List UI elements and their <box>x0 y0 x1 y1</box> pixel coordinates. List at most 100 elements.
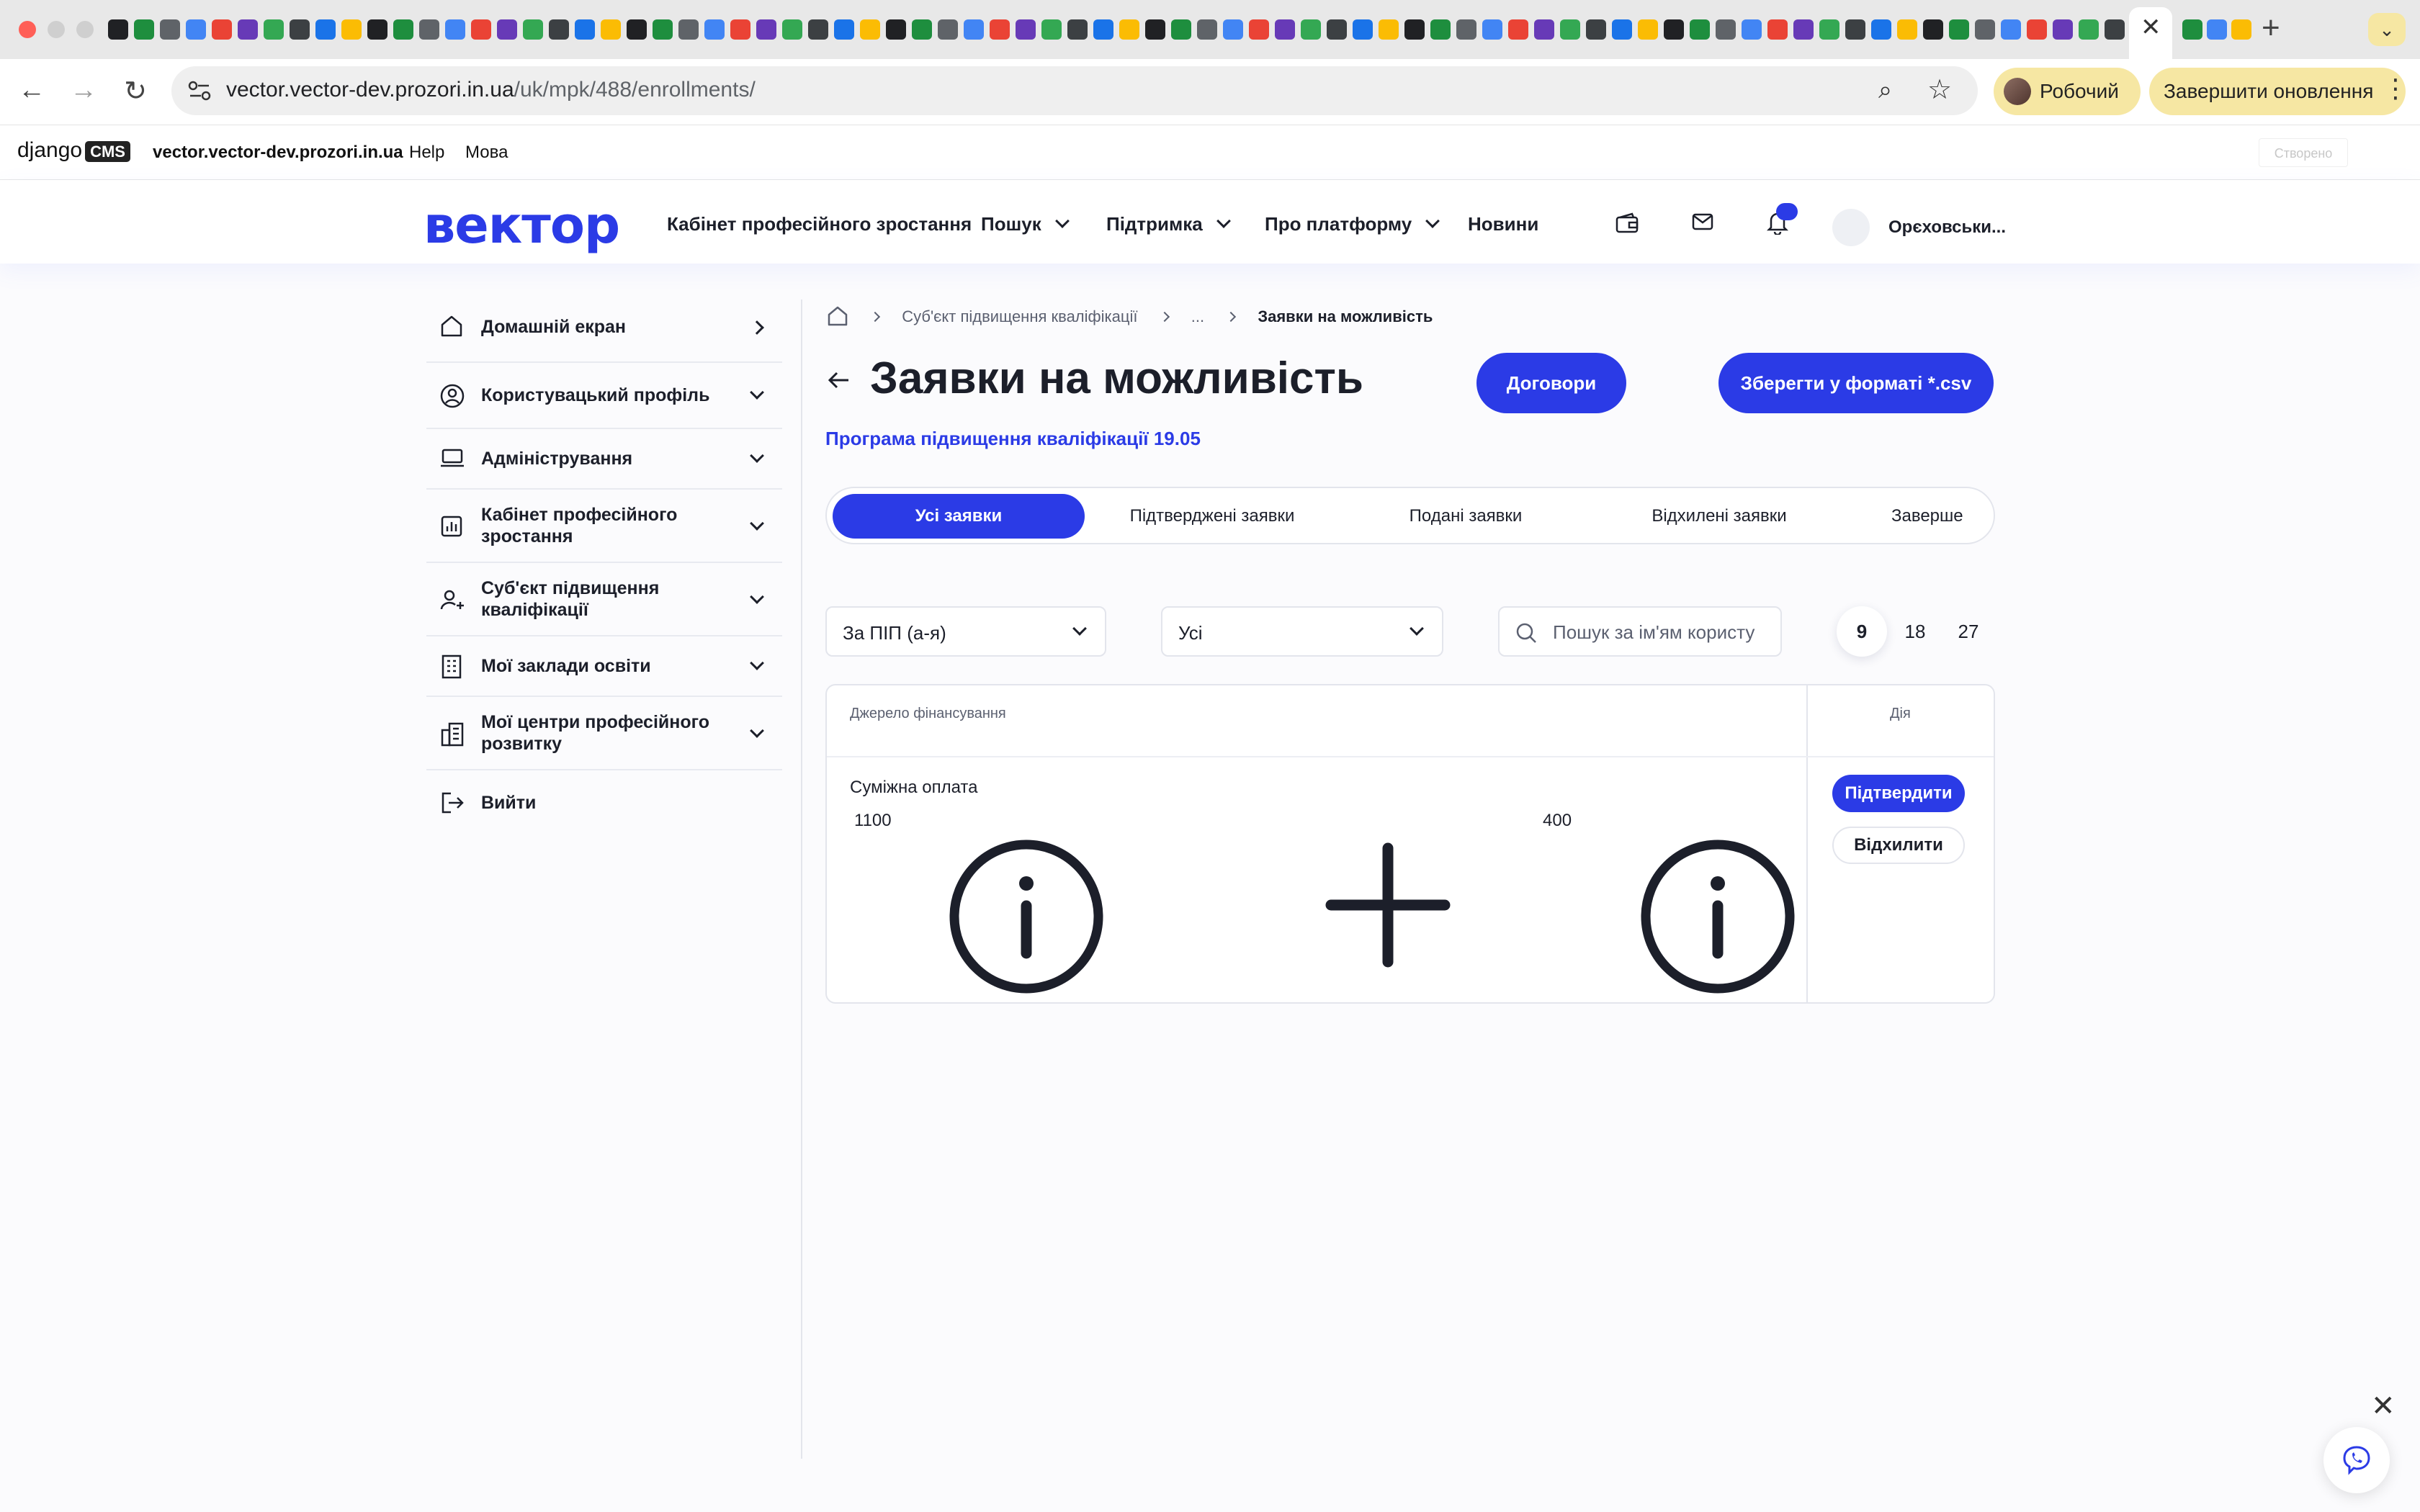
breadcrumb-item[interactable]: ... <box>1191 307 1204 325</box>
cms-help-link[interactable]: Help <box>409 143 444 163</box>
tab-favicon[interactable] <box>1612 19 1632 40</box>
tab-favicon[interactable] <box>678 19 699 40</box>
tab-favicon[interactable] <box>1534 19 1554 40</box>
reload-button[interactable]: ↻ <box>118 75 153 107</box>
tab-favicon[interactable] <box>1716 19 1736 40</box>
tab-favicon[interactable] <box>1197 19 1217 40</box>
zoom-icon[interactable]: ⌕ <box>1878 76 1892 104</box>
tab-favicon[interactable] <box>860 19 880 40</box>
tab-favicon[interactable] <box>2027 19 2047 40</box>
mail-icon[interactable] <box>1691 212 1714 232</box>
tab-favicon[interactable] <box>1275 19 1295 40</box>
tab-favicon[interactable] <box>1041 19 1062 40</box>
tab-favicon[interactable] <box>1664 19 1684 40</box>
tab-favicon[interactable] <box>1404 19 1425 40</box>
tab-favicon[interactable] <box>730 19 750 40</box>
sidebar-item-administration[interactable]: Адміністрування <box>426 429 782 490</box>
tab-favicon[interactable] <box>834 19 854 40</box>
tab-completed[interactable]: Заверше <box>1891 494 1994 539</box>
tab-favicon[interactable] <box>964 19 984 40</box>
nav-search[interactable]: Пошук <box>981 213 1070 235</box>
tab-favicon[interactable] <box>2105 19 2125 40</box>
home-icon[interactable] <box>827 305 848 327</box>
tab-favicon[interactable] <box>108 19 128 40</box>
tab-favicon[interactable] <box>2182 19 2202 40</box>
tab-submitted[interactable]: Подані заявки <box>1340 494 1592 539</box>
program-link[interactable]: Програма підвищення кваліфікації 19.05 <box>825 428 1201 450</box>
tab-favicon[interactable] <box>990 19 1010 40</box>
wallet-icon[interactable] <box>1615 212 1639 235</box>
tab-favicon[interactable] <box>782 19 802 40</box>
tab-favicon[interactable] <box>1379 19 1399 40</box>
tab-favicon[interactable] <box>1145 19 1165 40</box>
tab-favicon[interactable] <box>1638 19 1658 40</box>
tab-favicon[interactable] <box>1923 19 1943 40</box>
tab-favicon[interactable] <box>367 19 387 40</box>
tab-favicon[interactable] <box>497 19 517 40</box>
profile-button[interactable]: Робочий <box>1994 68 2141 115</box>
tab-favicon[interactable] <box>1249 19 1269 40</box>
browser-menu-icon[interactable]: ⋮ <box>2383 73 2408 104</box>
tab-favicon[interactable] <box>238 19 258 40</box>
site-logo[interactable]: вектор <box>424 196 620 255</box>
cms-language-link[interactable]: Мова <box>465 143 508 163</box>
maximize-window-button[interactable] <box>76 21 94 38</box>
page-size-27[interactable]: 27 <box>1943 606 1994 657</box>
cms-logo[interactable]: django CMS <box>17 138 130 163</box>
sidebar-item-institutions[interactable]: Мої заклади освіти <box>426 636 782 697</box>
address-bar[interactable]: vector.vector-dev.prozori.in.ua/uk/mpk/4… <box>171 66 1978 115</box>
tab-favicon[interactable] <box>1119 19 1139 40</box>
tab-favicon[interactable] <box>2079 19 2099 40</box>
tab-favicon[interactable] <box>1586 19 1606 40</box>
tab-confirmed[interactable]: Підтверджені заявки <box>1086 494 1338 539</box>
avatar[interactable] <box>1832 209 1870 246</box>
tab-favicon[interactable] <box>290 19 310 40</box>
tab-favicon[interactable] <box>653 19 673 40</box>
cms-site-link[interactable]: vector.vector-dev.prozori.in.ua <box>153 143 403 163</box>
tab-favicon[interactable] <box>1016 19 1036 40</box>
viber-chat-button[interactable] <box>2323 1427 2390 1493</box>
nav-about[interactable]: Про платформу <box>1265 213 1440 235</box>
tab-favicon[interactable] <box>704 19 725 40</box>
tab-favicon[interactable] <box>393 19 413 40</box>
tab-favicon[interactable] <box>1456 19 1476 40</box>
tab-favicon[interactable] <box>212 19 232 40</box>
tab-favicon[interactable] <box>471 19 491 40</box>
tab-favicon[interactable] <box>1482 19 1502 40</box>
tab-favicon[interactable] <box>808 19 828 40</box>
page-size-9[interactable]: 9 <box>1837 606 1887 657</box>
tab-favicon[interactable] <box>523 19 543 40</box>
tab-favicon[interactable] <box>886 19 906 40</box>
tab-favicon[interactable] <box>186 19 206 40</box>
forward-button[interactable]: → <box>66 75 101 106</box>
nav-support[interactable]: Підтримка <box>1106 213 1231 235</box>
tab-favicon[interactable] <box>2207 19 2227 40</box>
tab-favicon[interactable] <box>601 19 621 40</box>
tab-favicon[interactable] <box>2001 19 2021 40</box>
reject-button[interactable]: Відхилити <box>1832 827 1965 864</box>
tab-favicon[interactable] <box>1327 19 1347 40</box>
tab-favicon[interactable] <box>549 19 569 40</box>
tab-favicon[interactable] <box>1690 19 1710 40</box>
contracts-button[interactable]: Договори <box>1476 353 1626 413</box>
url-text[interactable]: vector.vector-dev.prozori.in.ua/uk/mpk/4… <box>226 78 756 102</box>
sort-select[interactable]: За ПІП (а-я) <box>825 606 1106 657</box>
tab-favicon[interactable] <box>160 19 180 40</box>
sidebar-item-subject[interactable]: Суб'єкт підвищення кваліфікації <box>426 563 782 636</box>
nav-cabinet[interactable]: Кабінет професійного зростання <box>667 213 972 235</box>
status-select[interactable]: Усі <box>1161 606 1443 657</box>
close-tab-icon[interactable]: ✕ <box>2141 13 2161 42</box>
confirm-button[interactable]: Підтвердити <box>1832 775 1965 812</box>
tab-favicon[interactable] <box>1897 19 1917 40</box>
close-window-button[interactable] <box>19 21 36 38</box>
sidebar-item-logout[interactable]: Вийти <box>426 770 782 834</box>
back-button[interactable]: ← <box>14 75 49 106</box>
tab-favicon[interactable] <box>627 19 647 40</box>
search-field[interactable] <box>1498 606 1782 657</box>
tab-favicon[interactable] <box>1223 19 1243 40</box>
tab-favicon[interactable] <box>1430 19 1451 40</box>
minimize-window-button[interactable] <box>48 21 65 38</box>
sidebar-item-cabinet[interactable]: Кабінет професійного зростання <box>426 490 782 563</box>
cms-created-button[interactable]: Створено <box>2259 138 2348 167</box>
user-name[interactable]: Орєховськи... <box>1888 217 2006 238</box>
